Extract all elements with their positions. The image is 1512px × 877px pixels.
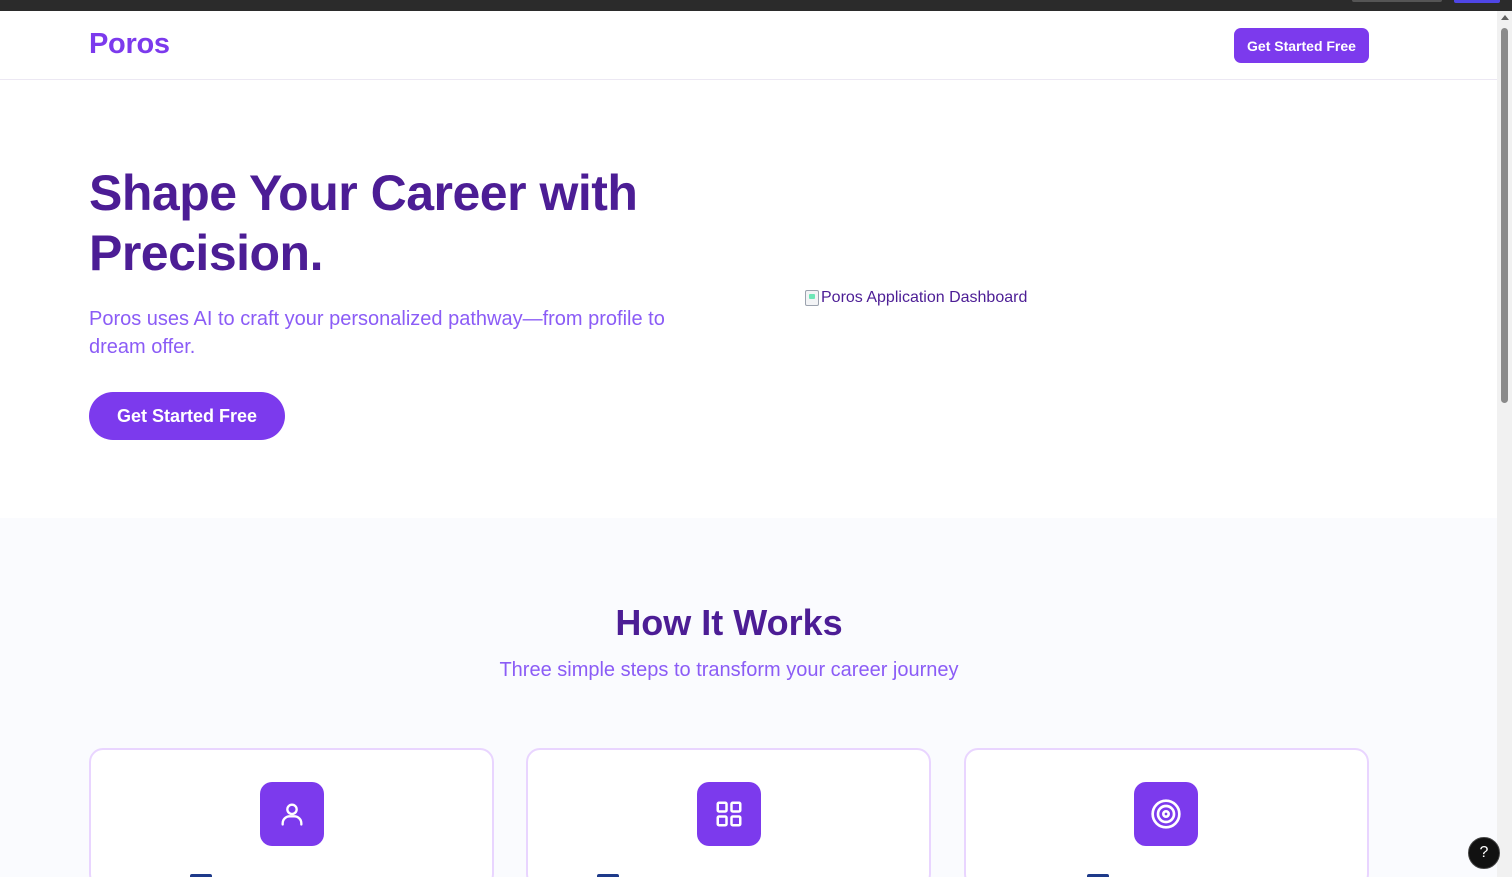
step-icon-box (697, 782, 761, 846)
how-it-works-subtitle: Three simple steps to transform your car… (499, 659, 959, 681)
hero-section: Shape Your Career with Precision. Poros … (0, 80, 1497, 518)
nav-get-started-button[interactable]: Get Started Free (1234, 28, 1369, 63)
help-button[interactable]: ? (1468, 837, 1500, 869)
step-card-offer (964, 748, 1369, 877)
hero-dashboard-image: Poros Application Dashboard (805, 289, 1027, 307)
browser-strip-accent (1454, 0, 1500, 3)
step-icon-box (1134, 782, 1198, 846)
brand-logo[interactable]: Poros (89, 28, 170, 61)
scroll-up-arrow-icon[interactable] (1501, 15, 1509, 20)
how-it-works-section: How It Works Three simple steps to trans… (0, 518, 1497, 877)
hero-image-alt-text: Poros Application Dashboard (821, 289, 1028, 306)
target-icon (1151, 799, 1181, 829)
navbar: Poros Get Started Free (0, 11, 1497, 80)
step-card-profile (89, 748, 494, 877)
browser-strip-tab (1352, 0, 1442, 2)
user-icon (281, 803, 303, 826)
hero-subtitle: Poros uses AI to craft your personalized… (89, 308, 665, 358)
grid-icon (716, 801, 742, 827)
hero-title: Shape Your Career with Precision. (89, 165, 638, 281)
hero-get-started-button[interactable]: Get Started Free (89, 392, 285, 440)
browser-top-strip (0, 0, 1512, 11)
page-scrollbar[interactable] (1497, 11, 1512, 877)
scrollbar-thumb[interactable] (1501, 28, 1508, 403)
step-card-pathway (526, 748, 931, 877)
broken-image-icon (805, 290, 819, 306)
step-icon-box (260, 782, 324, 846)
how-it-works-title: How It Works (615, 602, 843, 643)
